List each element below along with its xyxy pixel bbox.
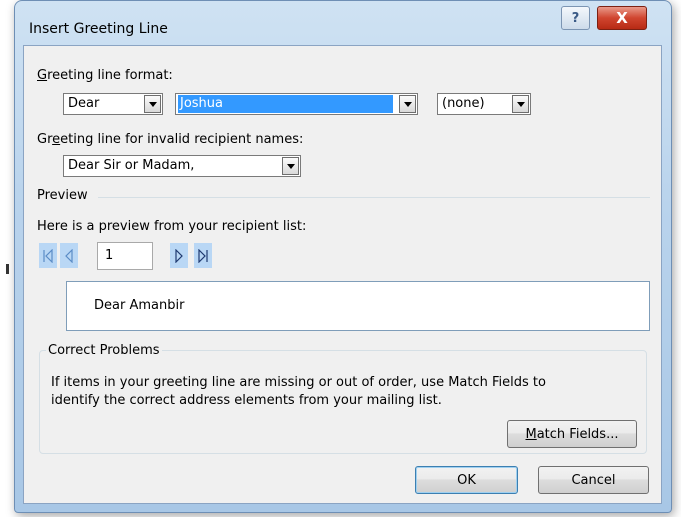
ok-button[interactable]: OK [415, 466, 518, 494]
title-bar[interactable]: Insert Greeting Line ? X [15, 1, 671, 37]
next-record-button[interactable] [170, 243, 188, 268]
cancel-button[interactable]: Cancel [538, 466, 649, 494]
greeting-format-label-accel: G [37, 68, 48, 83]
punctuation-dropdown-button[interactable] [512, 95, 529, 113]
preview-separator [98, 197, 650, 198]
preview-description: Here is a preview from your recipient li… [37, 219, 307, 234]
preview-section-label: Preview [37, 188, 88, 203]
greeting-preview-text: Dear Amanbir [94, 298, 185, 313]
name-format-dropdown[interactable]: Joshua [175, 93, 418, 115]
punctuation-dropdown[interactable]: (none) [437, 93, 531, 115]
correct-problems-title: Correct Problems [46, 343, 162, 358]
greeting-format-label-text: reeting line format: [47, 68, 173, 83]
record-number-field[interactable]: 1 [97, 242, 153, 270]
correct-problems-line-1: If items in your greeting line are missi… [51, 375, 546, 390]
greeting-format-label: Greeting line format: [37, 68, 173, 83]
chevron-down-icon [286, 163, 295, 169]
last-record-button[interactable] [194, 243, 212, 268]
match-fields-button[interactable]: Match Fields... [507, 420, 637, 448]
invalid-names-label-text: eting line for invalid recipient names: [60, 132, 304, 147]
previous-record-button[interactable] [60, 243, 78, 268]
previous-record-icon [65, 248, 73, 263]
help-button[interactable]: ? [561, 6, 590, 30]
match-fields-label: atch Fields... [536, 426, 619, 442]
dialog-title: Insert Greeting Line [29, 21, 168, 37]
close-button[interactable]: X [597, 6, 647, 30]
invalid-names-dropdown[interactable]: Dear Sir or Madam, [63, 155, 301, 177]
chevron-down-icon [148, 101, 157, 107]
invalid-names-label: Greeting line for invalid recipient name… [37, 132, 303, 147]
chevron-down-icon [516, 101, 525, 107]
correct-problems-line-2: identify the correct address elements fr… [51, 393, 442, 408]
punctuation-value: (none) [442, 96, 485, 111]
invalid-names-dropdown-button[interactable] [282, 157, 299, 175]
name-format-dropdown-button[interactable] [399, 95, 416, 113]
salutation-dropdown-button[interactable] [144, 95, 161, 113]
next-record-icon [175, 248, 183, 263]
last-record-icon [198, 248, 208, 263]
close-icon: X [616, 9, 628, 27]
chevron-down-icon [403, 101, 412, 107]
background-fragment [6, 262, 10, 276]
greeting-preview-box: Dear Amanbir [66, 281, 650, 331]
invalid-names-value: Dear Sir or Madam, [68, 158, 195, 173]
name-format-value: Joshua [178, 95, 393, 113]
salutation-value: Dear [68, 96, 100, 111]
invalid-names-label-accel: e [52, 132, 61, 147]
match-fields-accel: M [525, 426, 537, 442]
first-record-button[interactable] [39, 243, 57, 268]
first-record-icon [43, 248, 53, 263]
invalid-names-label-pre: Gr [37, 132, 53, 147]
help-icon: ? [571, 10, 580, 26]
salutation-dropdown[interactable]: Dear [63, 93, 163, 115]
